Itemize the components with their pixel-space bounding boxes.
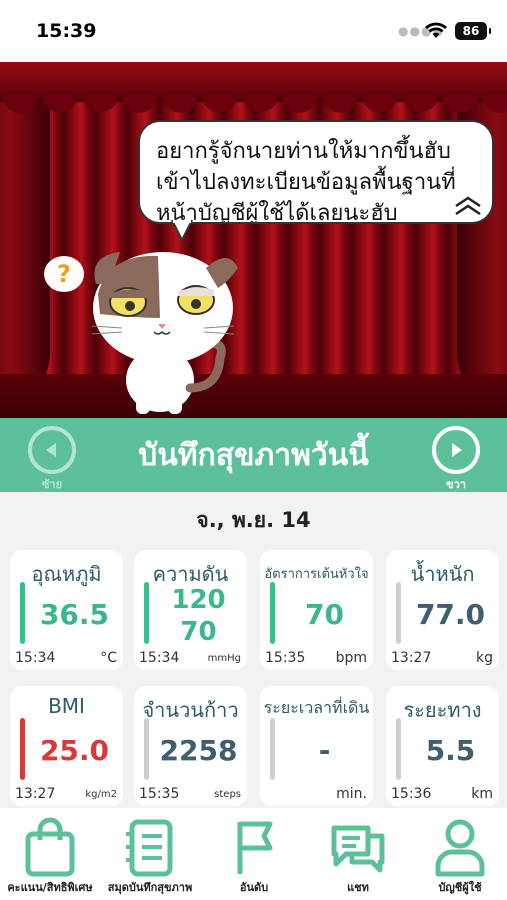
bottom-tab-bar: คะแนน/สิทธิพิเศษ สมุดบันทึกสุขภาพ อันดับ…: [0, 808, 507, 900]
tab-label: บัญชีผู้ใช้: [438, 881, 482, 894]
speech-text: อยากรู้จักนายท่านให้มากขึ้นฮับ เข้าไปลงท…: [156, 139, 456, 224]
arrow-right-icon: [432, 426, 480, 474]
user-icon: [435, 819, 485, 877]
systolic-value: 120: [171, 585, 226, 615]
status-time: 15:39: [36, 20, 97, 42]
card-unit: kg: [476, 650, 493, 666]
tab-label: สมุดบันทึกสุขภาพ: [107, 881, 193, 894]
current-date: จ., พ.ย. 14: [196, 508, 311, 532]
card-value: 70: [305, 598, 344, 631]
card-title: น้ำหนัก: [410, 562, 475, 586]
tab-label: คะแนน/สิทธิพิเศษ: [7, 881, 93, 894]
card-time: 13:27: [391, 650, 432, 666]
speech-bubble[interactable]: อยากรู้จักนายท่านให้มากขึ้นฮับ เข้าไปลงท…: [138, 120, 494, 224]
card-title: จำนวนก้าว: [142, 698, 239, 722]
chat-icon: [331, 825, 385, 873]
day-navigation-bar: ซ้าย บันทึกสุขภาพวันนี้ ขวา: [0, 418, 507, 492]
card-unit: bpm: [335, 650, 367, 666]
blood-pressure-card[interactable]: ความดัน 120 70 15:34 mmHg: [134, 550, 247, 670]
wifi-icon: [425, 22, 447, 38]
card-value: 5.5: [425, 734, 476, 767]
steps-card[interactable]: จำนวนก้าว 2258 15:35 steps: [134, 686, 247, 806]
status-bar-indicator: [396, 582, 401, 644]
card-time: 13:27: [15, 786, 56, 802]
card-time: 15:35: [139, 786, 180, 802]
card-time: 15:34: [139, 650, 180, 666]
card-title: ระยะเวลาที่เดิน: [263, 698, 370, 717]
card-time: 15:35: [265, 650, 306, 666]
status-bar-indicator: [396, 718, 401, 780]
card-unit: min.: [336, 786, 367, 802]
status-bar-indicator: [144, 582, 149, 644]
card-value: 120 70: [150, 584, 247, 648]
cat-mascot: [91, 252, 238, 414]
tab-ranking[interactable]: อันดับ: [204, 816, 304, 900]
card-unit: steps: [214, 789, 241, 800]
card-unit: km: [471, 786, 493, 802]
card-value: -: [318, 734, 331, 767]
flag-icon: [237, 821, 273, 874]
card-title: อุณหภูมิ: [31, 562, 102, 586]
card-title: ระยะทาง: [403, 698, 482, 722]
next-day-label: ขวา: [446, 478, 466, 491]
card-unit: kg/m2: [85, 789, 117, 800]
curtain-left: [0, 82, 50, 412]
diastolic-value: 70: [180, 617, 217, 647]
battery-icon: 86: [455, 22, 491, 40]
tab-label: อันดับ: [239, 881, 269, 894]
bmi-card[interactable]: BMI 25.0 13:27 kg/m2: [10, 686, 123, 806]
tab-account[interactable]: บัญชีผู้ใช้: [410, 816, 507, 900]
status-bar-indicator: [20, 582, 25, 644]
card-unit: °C: [100, 650, 117, 666]
status-bar-indicator: [270, 718, 275, 780]
card-value: 77.0: [415, 598, 486, 631]
walk-duration-card[interactable]: ระยะเวลาที่เดิน - min.: [260, 686, 373, 806]
temperature-card[interactable]: อุณหภูมิ 36.5 15:34 °C: [10, 550, 123, 670]
next-day-button[interactable]: ขวา: [430, 426, 482, 492]
card-value: 36.5: [39, 598, 110, 631]
status-bar-indicator: [144, 718, 149, 780]
tab-chat[interactable]: แชท: [308, 816, 408, 900]
heart-rate-card[interactable]: อัตราการเต้นหัวใจ 70 15:35 bpm: [260, 550, 373, 670]
tab-label: แชท: [347, 881, 369, 894]
weight-card[interactable]: น้ำหนัก 77.0 13:27 kg: [386, 550, 499, 670]
distance-card[interactable]: ระยะทาง 5.5 15:36 km: [386, 686, 499, 806]
stage-floor: [0, 374, 507, 418]
card-time: 15:34: [15, 650, 56, 666]
card-value: 2258: [159, 734, 238, 767]
status-bar-indicator: [20, 718, 25, 780]
card-unit: mmHg: [207, 653, 241, 664]
card-value: 25.0: [39, 734, 110, 767]
mascot-stage: อยากรู้จักนายท่านให้มากขึ้นฮับ เข้าไปลงท…: [0, 62, 507, 418]
status-bar-indicator: [270, 582, 275, 644]
card-title: BMI: [48, 694, 85, 718]
tab-rewards[interactable]: คะแนน/สิทธิพิเศษ: [0, 816, 100, 900]
card-time: 15:36: [391, 786, 432, 802]
tab-health-notebook[interactable]: สมุดบันทึกสุขภาพ: [100, 816, 200, 900]
notebook-icon: [126, 819, 173, 877]
collapse-chevron-icon[interactable]: [452, 194, 484, 218]
card-title: อัตราการเต้นหัวใจ: [264, 567, 369, 582]
shopping-bag-icon: [25, 817, 75, 877]
status-bar: 15:39 ●●●● 86: [0, 0, 507, 62]
